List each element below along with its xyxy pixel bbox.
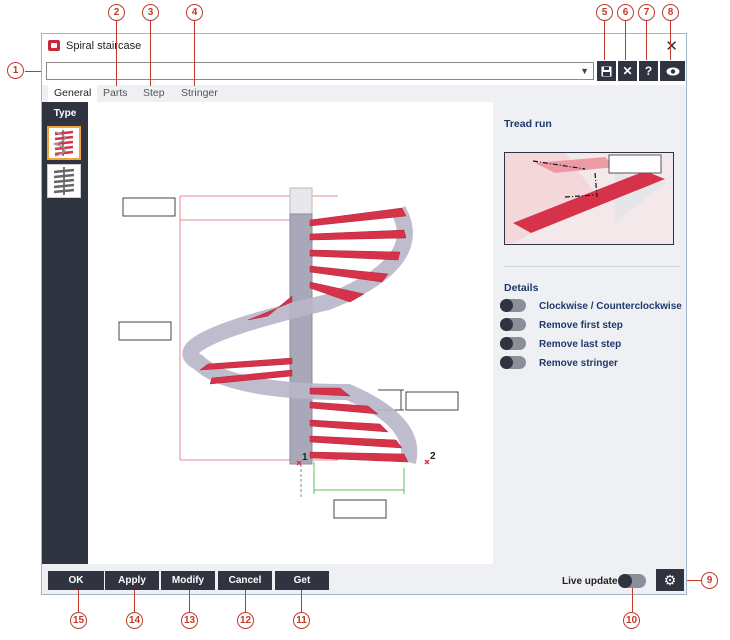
delete-favorite-button[interactable]: ✕ xyxy=(618,61,637,81)
save-icon xyxy=(601,66,612,76)
spiral-staircase-drawing: 1 2 xyxy=(118,187,459,519)
divider xyxy=(504,266,680,267)
red-spiral-stair-icon xyxy=(52,130,74,157)
remove-stringer-toggle[interactable] xyxy=(500,356,526,369)
clockwise-toggle[interactable] xyxy=(500,299,526,312)
grey-spiral-stair-icon xyxy=(53,167,75,195)
tread-run-preview xyxy=(504,152,674,245)
callout-2: 2 xyxy=(108,4,125,21)
chevron-down-icon[interactable]: ▼ xyxy=(580,66,589,76)
tread-run-diagram xyxy=(505,153,665,243)
window-title: Spiral staircase xyxy=(66,40,142,52)
live-update-label: Live update xyxy=(562,576,618,587)
dimension-input-total-height[interactable] xyxy=(118,321,172,341)
remove-last-step-label: Remove last step xyxy=(539,339,622,350)
right-panel: Tread run Details Clockwise / Counterclo… xyxy=(493,102,686,564)
callout-5: 5 xyxy=(596,4,613,21)
dimension-input-top-height[interactable] xyxy=(122,197,176,217)
remove-stringer-label: Remove stringer xyxy=(539,358,618,369)
staircase-preview-canvas[interactable]: 1 2 xyxy=(88,102,493,564)
ok-button[interactable]: OK xyxy=(48,571,104,590)
help-button[interactable]: ? xyxy=(639,61,658,81)
preview-toggle-button[interactable] xyxy=(660,61,685,81)
callout-6: 6 xyxy=(617,4,634,21)
callout-9: 9 xyxy=(701,572,718,589)
radius-dimension xyxy=(313,462,405,494)
tab-parts[interactable]: Parts xyxy=(103,87,128,99)
tab-step[interactable]: Step xyxy=(143,87,165,99)
tread-run-title: Tread run xyxy=(504,118,552,130)
details-title: Details xyxy=(504,282,539,294)
spiral-staircase-window: Spiral staircase ✕ ▼ ✕ ? General Parts S… xyxy=(41,33,687,595)
footer-bar: OK Apply Modify Cancel Get Live update ⚙ xyxy=(42,564,686,594)
callout-14: 14 xyxy=(126,612,143,629)
remove-last-step-toggle[interactable] xyxy=(500,337,526,350)
point-1-label: 1 xyxy=(302,452,308,463)
callout-3: 3 xyxy=(142,4,159,21)
callout-1: 1 xyxy=(7,62,24,79)
close-icon[interactable]: ✕ xyxy=(665,37,678,55)
type-option-spiral-red[interactable] xyxy=(47,126,81,160)
callout-4: 4 xyxy=(186,4,203,21)
dimension-input-step-height[interactable] xyxy=(405,391,459,411)
save-favorite-button[interactable] xyxy=(597,61,616,81)
callout-10: 10 xyxy=(623,612,640,629)
eye-icon xyxy=(666,67,679,75)
favorites-combo[interactable]: ▼ xyxy=(46,62,594,80)
remove-first-step-toggle[interactable] xyxy=(500,318,526,331)
point-2-label: 2 xyxy=(430,451,436,462)
callout-15: 15 xyxy=(70,612,87,629)
tread-run-input[interactable] xyxy=(608,154,662,174)
get-button[interactable]: Get xyxy=(275,571,329,590)
type-sidebar: Type xyxy=(42,102,88,564)
cancel-button[interactable]: Cancel xyxy=(218,571,272,590)
callout-11: 11 xyxy=(293,612,310,629)
tab-general[interactable]: General xyxy=(48,85,98,102)
settings-button[interactable]: ⚙ xyxy=(656,569,684,591)
type-label: Type xyxy=(53,108,77,119)
title-bar: Spiral staircase ✕ xyxy=(42,34,686,58)
modify-button[interactable]: Modify xyxy=(161,571,215,590)
apply-button[interactable]: Apply xyxy=(105,571,159,590)
callout-7: 7 xyxy=(638,4,655,21)
gear-icon: ⚙ xyxy=(663,571,677,588)
tab-bar: General Parts Step Stringer xyxy=(42,85,686,102)
live-update-toggle[interactable] xyxy=(618,574,646,588)
clockwise-label: Clockwise / Counterclockwise xyxy=(539,301,682,312)
callout-12: 12 xyxy=(237,612,254,629)
remove-first-step-label: Remove first step xyxy=(539,320,623,331)
tab-stringer[interactable]: Stringer xyxy=(181,87,218,99)
dimension-input-radius[interactable] xyxy=(333,499,387,519)
central-column xyxy=(289,213,313,465)
callout-8: 8 xyxy=(662,4,679,21)
type-option-spiral-grey[interactable] xyxy=(47,164,81,198)
staircase-app-icon xyxy=(48,40,60,51)
callout-13: 13 xyxy=(181,612,198,629)
